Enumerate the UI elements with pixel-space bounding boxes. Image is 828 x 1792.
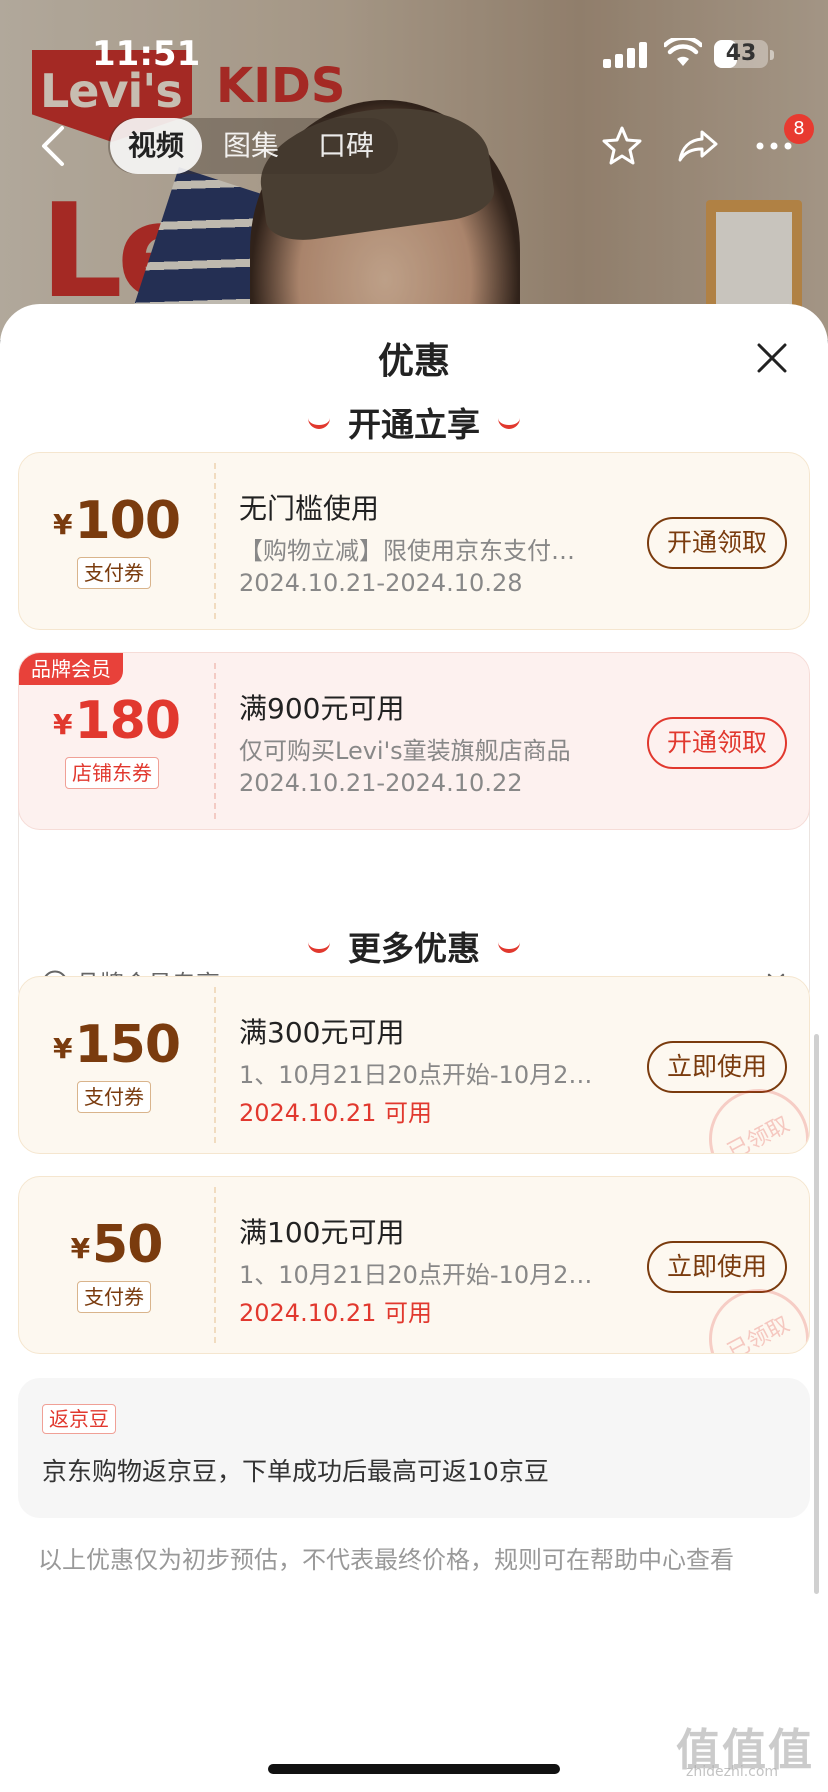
coupon-description: 1、10月21日20点开始-10月2… (239, 1261, 593, 1289)
scrollbar[interactable] (814, 1034, 819, 1594)
currency-symbol: ¥ (52, 708, 73, 741)
site-watermark-url: zhidezhi.com (686, 1764, 779, 1780)
coupon-amount: ¥150 (19, 1015, 214, 1075)
coupon-divider (214, 663, 216, 819)
section-title-open-label: 开通立享 (348, 405, 480, 444)
section-deco-right (498, 941, 520, 953)
coupon-date: 2024.10.21-2024.10.22 (239, 769, 523, 797)
coupon-title: 无门槛使用 (239, 492, 380, 525)
coupon-amount: ¥180 (19, 691, 214, 751)
coupon-title: 满900元可用 (239, 692, 405, 725)
activate-claim-button[interactable]: 开通领取 (647, 517, 787, 569)
notification-badge: 8 (784, 114, 814, 144)
disclaimer-text: 以上优惠仅为初步预估，不代表最终价格，规则可在帮助中心查看 (38, 1546, 734, 1574)
coupon-card-brand: 品牌会员 ¥180 店铺东券 满900元可用 仅可购买Levi's童装旗舰店商品… (18, 652, 810, 830)
coupon-title: 满100元可用 (239, 1216, 405, 1249)
home-indicator[interactable] (268, 1764, 560, 1774)
section-title-open: 开通立享 (0, 398, 828, 446)
coupon-title: 满300元可用 (239, 1016, 405, 1049)
section-title-more: 更多优惠 (0, 922, 828, 970)
activate-claim-button[interactable]: 开通领取 (647, 717, 787, 769)
coupon-type-tag: 支付券 (77, 1281, 151, 1313)
battery-level: 43 (725, 41, 757, 66)
coupon-divider (214, 987, 216, 1143)
coupon-value: 50 (92, 1215, 163, 1275)
battery-cap (770, 50, 774, 60)
coupon-description: 仅可购买Levi's童装旗舰店商品 (239, 737, 571, 765)
jd-beans-tag: 返京豆 (42, 1404, 116, 1434)
currency-symbol: ¥ (52, 508, 73, 541)
status-time: 11:51 (92, 34, 201, 74)
section-deco-left (308, 941, 330, 953)
coupon-date: 2024.10.21 可用 (239, 1299, 433, 1327)
close-icon[interactable] (754, 340, 790, 376)
sheet-title: 优惠 (377, 341, 450, 382)
coupon-value: 100 (74, 491, 181, 551)
coupon-amount: ¥100 (19, 491, 214, 551)
use-now-button[interactable]: 立即使用 (647, 1241, 787, 1293)
currency-symbol: ¥ (52, 1032, 73, 1065)
coupon-description: 1、10月21日20点开始-10月2… (239, 1061, 593, 1089)
coupon-value: 180 (74, 691, 181, 751)
cellular-signal-icon (603, 42, 647, 68)
coupon-divider (214, 1187, 216, 1343)
section-deco-left (308, 417, 330, 429)
coupon-card: ¥100 支付券 无门槛使用 【购物立减】限使用京东支付… 2024.10.21… (18, 452, 810, 630)
coupon-card: ¥50 支付券 满100元可用 1、10月21日20点开始-10月2… 2024… (18, 1176, 810, 1354)
coupon-description: 【购物立减】限使用京东支付… (239, 537, 575, 565)
coupon-type-tag: 支付券 (77, 557, 151, 589)
coupon-card: ¥150 支付券 满300元可用 1、10月21日20点开始-10月2… 202… (18, 976, 810, 1154)
tab-video[interactable]: 视频 (110, 118, 202, 174)
coupon-type-tag: 支付券 (77, 1081, 151, 1113)
tab-gallery[interactable]: 图集 (206, 118, 296, 174)
coupon-amount: ¥50 (19, 1215, 214, 1275)
coupon-sheet: 优惠 开通立享 ¥100 支付券 无门槛使用 【购物立减】限使用京东支付… 20… (0, 304, 828, 1792)
wifi-icon (664, 38, 702, 66)
status-bar: 11:51 43 (0, 0, 828, 100)
brand-member-ribbon: 品牌会员 (19, 653, 123, 685)
coupon-date: 2024.10.21 可用 (239, 1099, 433, 1127)
use-now-button[interactable]: 立即使用 (647, 1041, 787, 1093)
section-deco-right (498, 417, 520, 429)
jd-beans-text: 京东购物返京豆，下单成功后最高可返10京豆 (42, 1457, 549, 1486)
battery-icon: 43 (714, 40, 768, 68)
coupon-value: 150 (74, 1015, 181, 1075)
back-icon[interactable] (36, 124, 72, 168)
star-icon[interactable] (600, 124, 644, 168)
tab-reviews[interactable]: 口碑 (300, 118, 392, 174)
coupon-divider (214, 463, 216, 619)
coupon-date: 2024.10.21-2024.10.28 (239, 569, 523, 597)
section-title-more-label: 更多优惠 (348, 929, 480, 968)
coupon-type-tag: 店铺东券 (65, 757, 159, 789)
currency-symbol: ¥ (70, 1232, 91, 1265)
share-icon[interactable] (676, 124, 720, 168)
jd-beans-box: 返京豆 京东购物返京豆，下单成功后最高可返10京豆 (18, 1378, 810, 1518)
